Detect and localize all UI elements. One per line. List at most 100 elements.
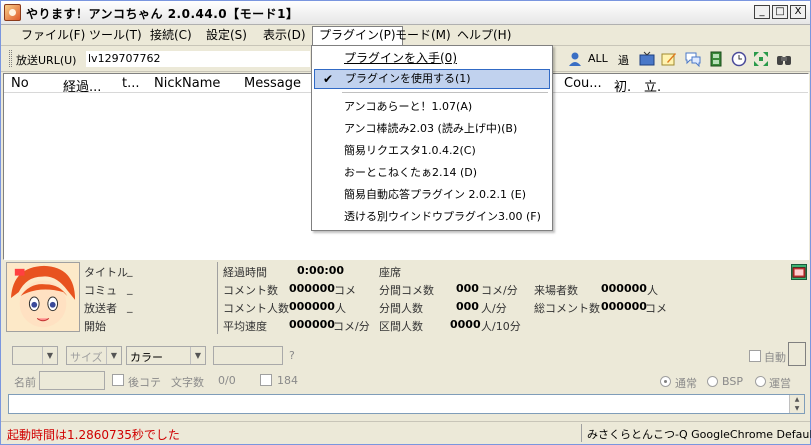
edit-icon[interactable] [661, 51, 677, 67]
film-icon[interactable] [708, 51, 724, 67]
column-stand[interactable]: 立. [644, 76, 661, 95]
interval-people-label: 区間人数 [379, 320, 423, 333]
past-button[interactable]: 過 [618, 52, 629, 68]
elapsed-value: 0:00:00 [297, 264, 345, 277]
community-value: _ [127, 282, 133, 295]
interval-people-value: 0000 [450, 318, 481, 331]
menu-help[interactable]: ヘルプ(H) [451, 28, 517, 45]
size-combo[interactable]: サイズ ▼ [66, 346, 122, 365]
title-bar[interactable]: やります！アンコちゃん 2.0.44.0【モード1】 _ □ X [1, 1, 810, 25]
visitors-label: 来場者数 [534, 284, 578, 297]
browser-status: みさくらとんこつ-Q GoogleChrome Default [587, 428, 811, 441]
commenters-unit: 人 [335, 302, 346, 315]
menu-view[interactable]: 表示(D) [257, 28, 312, 45]
per-min-people-label: 分間人数 [379, 302, 423, 315]
help-question[interactable]: ? [289, 349, 295, 362]
toolbar-grip[interactable] [9, 50, 12, 67]
broadcast-url-input[interactable]: lv129707762 [85, 50, 311, 68]
broadcaster-label: 放送者 [84, 302, 117, 315]
commenters-label: コメント人数 [223, 302, 289, 315]
column-no[interactable]: No [11, 76, 29, 91]
radio-admin-label: 運営 [769, 377, 791, 390]
window-title: やります！アンコちゃん 2.0.44.0【モード1】 [26, 7, 299, 21]
comment-spin[interactable]: ▲ ▼ [789, 395, 804, 413]
app-icon[interactable] [4, 4, 21, 21]
title-label: タイトル [84, 266, 128, 279]
chevron-down-icon: ▼ [190, 347, 205, 364]
menu-tools[interactable]: ツール(T) [83, 28, 148, 45]
mail-input[interactable] [213, 346, 283, 365]
comment-input[interactable]: ▲ ▼ [8, 394, 805, 414]
limit-checkbox[interactable] [260, 374, 272, 386]
menu-item-get-plugin[interactable]: プラグインを入手(0) [314, 48, 550, 68]
tv-icon[interactable] [639, 51, 655, 67]
maximize-button[interactable]: □ [772, 5, 788, 19]
menu-item-plugin-b[interactable]: アンコ棒読み2.03 (読み上げ中)(B) [314, 119, 550, 139]
menu-item-plugin-e[interactable]: 簡易自動応答プラグイン 2.0.2.1 (E) [314, 185, 550, 205]
minimize-button[interactable]: _ [754, 5, 770, 19]
per-min-people-value: 000 [456, 300, 479, 313]
visitors-unit: 人 [647, 284, 658, 297]
menu-file[interactable]: ファイル(F) [15, 28, 91, 45]
per-min-people-unit: 人/分 [481, 302, 507, 315]
after-kote-label: 後コテ [128, 376, 161, 389]
plugin-menu: プラグインを入手(0) ✔ プラグインを使用する(1) アンコあらーと！1.07… [311, 45, 553, 231]
visitors-value: 000000 [601, 282, 647, 295]
clock-icon[interactable] [731, 51, 747, 67]
menu-bar: ファイル(F) ツール(T) 接続(C) 設定(S) 表示(D) プラグイン(P… [1, 25, 810, 46]
radio-normal[interactable] [660, 376, 671, 387]
radio-bsp[interactable] [707, 376, 718, 387]
menu-connect[interactable]: 接続(C) [144, 28, 198, 45]
column-nickname[interactable]: NickName [154, 76, 220, 91]
fullscreen-icon[interactable] [753, 51, 769, 67]
menu-item-plugin-f[interactable]: 透ける別ウインドウプラグイン3.00 (F) [314, 207, 550, 227]
main-window: やります！アンコちゃん 2.0.44.0【モード1】 _ □ X ファイル(F)… [0, 0, 811, 445]
menu-separator [342, 92, 548, 93]
avg-speed-label: 平均速度 [223, 320, 267, 333]
size-placeholder: サイズ [70, 351, 103, 364]
color-value: カラー [130, 351, 163, 364]
column-elapsed[interactable]: 経過... [63, 76, 101, 95]
menu-item-plugin-d[interactable]: おーとこねくたぁ2.14 (D) [314, 163, 550, 183]
column-count[interactable]: Cou... [564, 76, 602, 91]
tv-channel-icon[interactable] [791, 264, 807, 280]
broadcaster-value: _ [127, 300, 133, 313]
avg-speed-value: 000000 [289, 318, 335, 331]
auto-checkbox[interactable] [749, 350, 761, 362]
balloon-icon[interactable] [685, 51, 701, 67]
color-combo[interactable]: カラー ▼ [126, 346, 206, 365]
title-value: _ [127, 264, 133, 277]
chevron-down-icon: ▼ [106, 347, 121, 364]
per-min-comments-label: 分間コメ数 [379, 284, 434, 297]
menu-item-plugin-c[interactable]: 簡易リクエスタ1.0.4.2(C) [314, 141, 550, 161]
radio-admin[interactable] [755, 376, 766, 387]
menu-item-plugin-a[interactable]: アンコあらーと！1.07(A) [314, 97, 550, 117]
auto-label: 自動 [764, 351, 786, 364]
auto-button[interactable] [788, 342, 806, 366]
command-combo[interactable]: ▼ [12, 346, 58, 365]
menu-item-use-plugin[interactable]: ✔ プラグインを使用する(1) [314, 69, 550, 89]
info-divider [217, 262, 218, 334]
after-kote-checkbox[interactable] [112, 374, 124, 386]
user-icon[interactable] [567, 51, 583, 67]
start-label: 開始 [84, 320, 106, 333]
limit-value: 184 [277, 374, 298, 387]
menu-settings[interactable]: 設定(S) [200, 28, 253, 45]
comments-unit: コメ [334, 284, 356, 297]
all-button[interactable]: ALL [588, 52, 608, 65]
interval-people-unit: 人/10分 [481, 320, 521, 333]
avg-speed-unit: コメ/分 [333, 320, 370, 333]
name-label: 名前 [14, 376, 36, 389]
menu-mode[interactable]: モード(M) [389, 28, 457, 45]
status-divider [581, 424, 582, 442]
column-t[interactable]: t... [122, 76, 140, 91]
comments-value: 000000 [289, 282, 335, 295]
column-first[interactable]: 初. [614, 76, 631, 95]
per-min-comments-value: 000 [456, 282, 479, 295]
close-button[interactable]: X [790, 5, 806, 19]
elapsed-label: 経過時間 [223, 266, 267, 279]
binoculars-icon[interactable] [776, 51, 792, 67]
name-input[interactable] [39, 371, 105, 390]
column-message[interactable]: Message [244, 76, 301, 91]
commenters-value: 000000 [289, 300, 335, 313]
